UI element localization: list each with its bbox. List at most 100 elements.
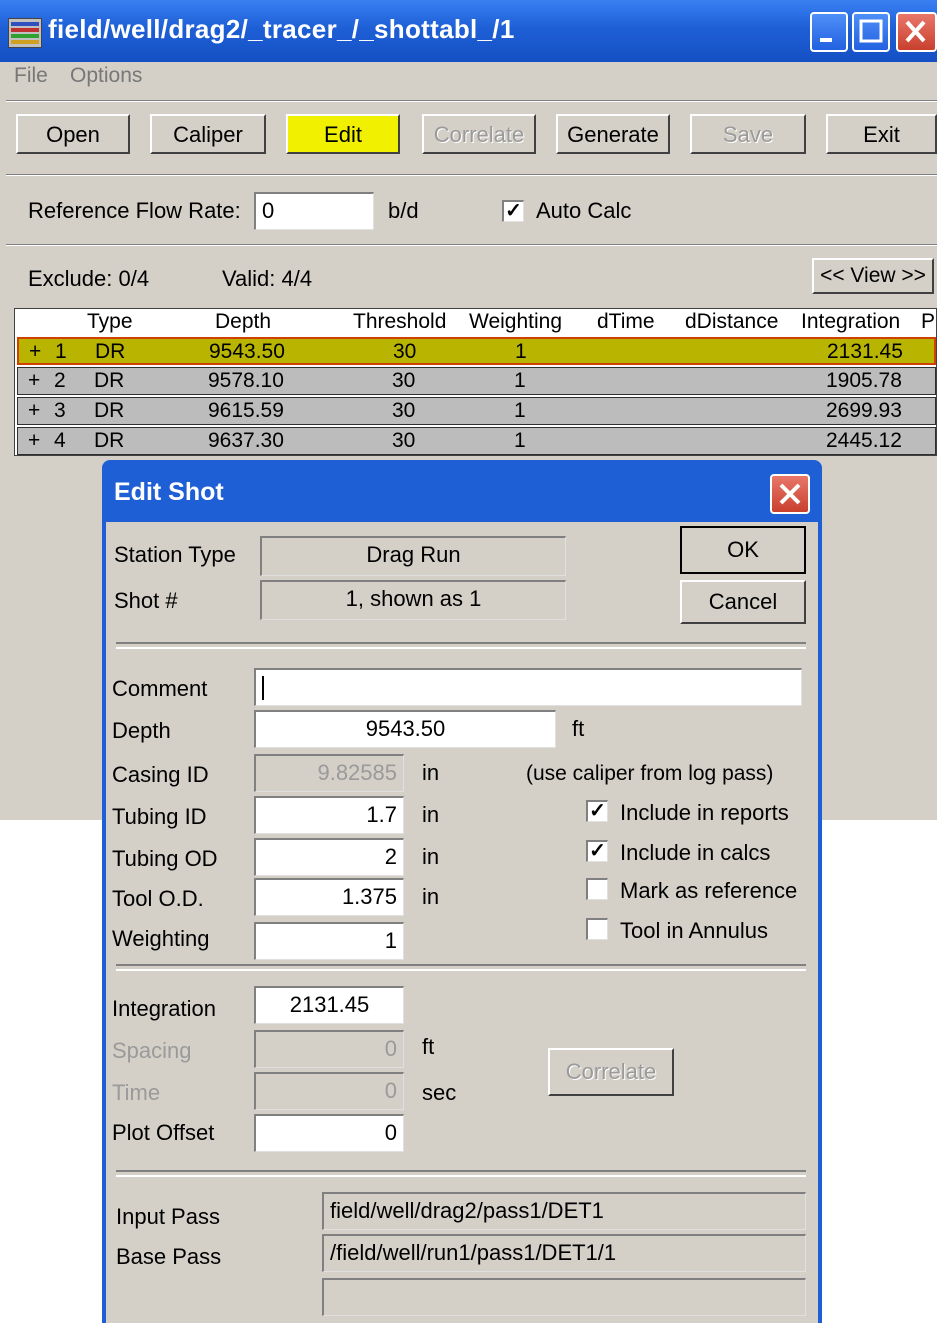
row-integration: 2445.12	[826, 429, 902, 452]
row-depth: 9578.10	[208, 369, 284, 392]
save-button[interactable]: Save	[690, 114, 806, 154]
edit-button[interactable]: Edit	[286, 114, 400, 154]
dialog-separator	[116, 964, 806, 971]
row-expander[interactable]: +	[29, 340, 41, 364]
tubing-od-input[interactable]: 2	[254, 838, 404, 876]
tubing-id-unit: in	[422, 802, 440, 827]
table-row[interactable]: + 1 DR 9543.50 30 1 2131.45	[17, 337, 936, 365]
tubing-id-label: Tubing ID	[112, 804, 207, 829]
row-type: DR	[94, 429, 125, 452]
generate-button[interactable]: Generate	[556, 114, 670, 154]
time-input[interactable]: 0	[254, 1072, 404, 1110]
tubing-id-input[interactable]: 1.7	[254, 796, 404, 834]
tool-od-unit: in	[422, 884, 440, 909]
column-header-depth[interactable]: Depth	[215, 310, 271, 334]
table-row[interactable]: + 3 DR 9615.59 30 1 2699.93	[17, 397, 936, 425]
dialog-title-bar[interactable]: Edit Shot	[102, 460, 822, 522]
column-header-integration[interactable]: Integration	[801, 310, 900, 334]
row-weighting: 1	[514, 369, 526, 392]
tool-in-annulus-checkbox[interactable]	[586, 918, 608, 940]
text-cursor	[262, 676, 264, 701]
close-icon[interactable]	[770, 474, 810, 514]
spacing-input[interactable]: 0	[254, 1030, 404, 1068]
integration-label: Integration	[112, 996, 216, 1021]
row-number: 3	[54, 399, 66, 422]
caliper-button[interactable]: Caliper	[150, 114, 266, 154]
plot-offset-input[interactable]: 0	[254, 1114, 404, 1152]
dialog-title: Edit Shot	[114, 478, 224, 506]
shot-number-field: 1, shown as 1	[260, 580, 566, 620]
row-number: 2	[54, 369, 66, 392]
include-in-calcs-label: Include in calcs	[620, 840, 771, 865]
exit-button[interactable]: Exit	[826, 114, 937, 154]
mark-as-reference-checkbox[interactable]	[586, 878, 608, 900]
spacing-label: Spacing	[112, 1038, 192, 1063]
ok-button[interactable]: OK	[680, 526, 806, 574]
minimize-icon[interactable]	[810, 12, 848, 52]
tubing-od-label: Tubing OD	[112, 846, 218, 871]
comment-label: Comment	[112, 676, 208, 701]
mark-as-reference-label: Mark as reference	[620, 878, 798, 903]
row-expander[interactable]: +	[28, 369, 40, 393]
view-toggle-button[interactable]: << View >>	[812, 258, 934, 294]
include-in-reports-checkbox[interactable]: ✓	[586, 800, 608, 822]
row-depth: 9615.59	[208, 399, 284, 422]
station-type-label: Station Type	[114, 542, 236, 567]
station-type-field: Drag Run	[260, 536, 566, 576]
tool-od-input[interactable]: 1.375	[254, 878, 404, 916]
toolbar-bottom-separator	[6, 174, 937, 176]
time-label: Time	[112, 1080, 161, 1105]
row-integration: 1905.78	[826, 369, 902, 392]
maximize-icon[interactable]	[852, 12, 890, 52]
cancel-button[interactable]: Cancel	[680, 580, 806, 624]
base-pass-field: /field/well/run1/pass1/DET1/1	[322, 1234, 806, 1272]
row-weighting: 1	[515, 340, 527, 363]
row-weighting: 1	[514, 429, 526, 452]
title-bar[interactable]: field/well/drag2/_tracer_/_shottabl_/1	[0, 0, 937, 62]
exclude-count: Exclude: 0/4	[28, 266, 150, 291]
column-header-p[interactable]: P	[921, 310, 935, 334]
shot-table[interactable]: Type Depth Threshold Weighting dTime dDi…	[14, 308, 937, 456]
row-expander[interactable]: +	[28, 429, 40, 453]
reference-flow-rate-input[interactable]: 0	[254, 192, 374, 230]
row-type: DR	[95, 340, 126, 363]
weighting-label: Weighting	[112, 926, 210, 951]
casing-id-input[interactable]: 9.82585	[254, 754, 404, 792]
base-pass-label: Base Pass	[116, 1244, 222, 1269]
comment-input[interactable]	[254, 668, 802, 706]
weighting-input[interactable]: 1	[254, 922, 404, 960]
edit-shot-dialog: Edit Shot Station Type Drag Run Shot # 1…	[102, 460, 822, 1323]
open-button[interactable]: Open	[16, 114, 130, 154]
plot-offset-label: Plot Offset	[112, 1120, 215, 1145]
window-title: field/well/drag2/_tracer_/_shottabl_/1	[48, 14, 515, 44]
row-depth: 9543.50	[209, 340, 285, 363]
table-row[interactable]: + 4 DR 9637.30 30 1 2445.12	[17, 427, 936, 455]
column-header-threshold[interactable]: Threshold	[353, 310, 446, 334]
tool-od-label: Tool O.D.	[112, 886, 204, 911]
column-header-ddistance[interactable]: dDistance	[685, 310, 778, 334]
menu-options[interactable]: Options	[70, 64, 142, 88]
dialog-correlate-button[interactable]: Correlate	[548, 1048, 674, 1096]
caliper-note: (use caliper from log pass)	[526, 762, 774, 785]
integration-field: 2131.45	[254, 986, 404, 1024]
depth-input[interactable]: 9543.50	[254, 710, 556, 748]
include-in-calcs-checkbox[interactable]: ✓	[586, 840, 608, 862]
menu-file[interactable]: File	[14, 64, 48, 88]
close-icon[interactable]	[896, 12, 937, 52]
input-pass-field: field/well/drag2/pass1/DET1	[322, 1192, 806, 1230]
row-expander[interactable]: +	[28, 399, 40, 423]
table-row[interactable]: + 2 DR 9578.10 30 1 1905.78	[17, 367, 936, 395]
dialog-separator	[116, 642, 806, 649]
toolbar-separator	[6, 100, 937, 102]
auto-calc-checkbox[interactable]: ✓	[502, 200, 524, 222]
column-header-dtime[interactable]: dTime	[597, 310, 655, 334]
row-weighting: 1	[514, 399, 526, 422]
correlate-button[interactable]: Correlate	[422, 114, 536, 154]
menu-bar: File Options	[0, 62, 937, 92]
column-header-type[interactable]: Type	[87, 310, 133, 334]
depth-label: Depth	[112, 718, 171, 743]
column-header-weighting[interactable]: Weighting	[469, 310, 562, 334]
tubing-od-unit: in	[422, 844, 440, 869]
row-number: 4	[54, 429, 66, 452]
spacing-unit: ft	[422, 1034, 435, 1059]
